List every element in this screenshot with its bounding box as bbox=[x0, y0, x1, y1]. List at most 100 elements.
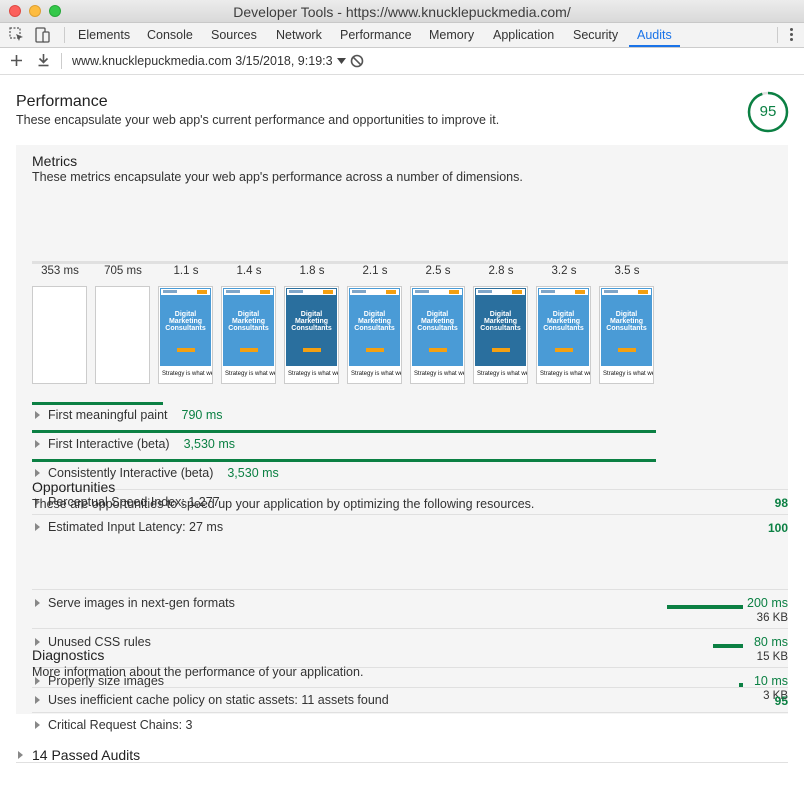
opportunity-time-savings: 10 ms bbox=[753, 674, 788, 688]
expand-arrow-icon bbox=[35, 411, 40, 419]
opportunity-row[interactable]: Serve images in next-gen formats 200 ms 36… bbox=[32, 596, 788, 630]
tab-security[interactable]: Security bbox=[573, 23, 618, 47]
tab-network[interactable]: Network bbox=[276, 23, 322, 47]
diagnostic-row[interactable]: Uses inefficient cache policy on static … bbox=[32, 693, 788, 709]
metric-label: Estimated Input Latency: 27 ms bbox=[48, 520, 224, 534]
opportunity-time-savings: 200 ms bbox=[747, 596, 788, 610]
more-vertical-icon[interactable] bbox=[790, 26, 794, 43]
metric-row[interactable]: First meaningful paint 790 ms bbox=[32, 408, 788, 424]
frame-logo bbox=[415, 290, 429, 293]
frame-header bbox=[476, 289, 525, 295]
expand-arrow-icon bbox=[35, 696, 40, 704]
report-select-label: www.knucklepuckmedia.com 3/15/2018, 9:19… bbox=[72, 54, 333, 68]
diagnostics-title: Diagnostics bbox=[32, 647, 105, 663]
report-divider bbox=[16, 762, 788, 763]
diagnostic-score: 95 bbox=[774, 694, 788, 708]
filmstrip-frame: Digital Marketing Consultants Strategy is… bbox=[599, 286, 654, 384]
audits-toolbar: www.knucklepuckmedia.com 3/15/2018, 9:19… bbox=[0, 48, 804, 75]
metric-value: 3,530 ms bbox=[227, 466, 279, 480]
report-select[interactable]: www.knucklepuckmedia.com 3/15/2018, 9:19… bbox=[72, 54, 347, 68]
metric-row[interactable]: Consistently Interactive (beta) 3,530 ms bbox=[32, 466, 788, 482]
tab-sources[interactable]: Sources bbox=[211, 23, 257, 47]
tab-audits[interactable]: Audits bbox=[629, 23, 680, 47]
window-title: Developer Tools - https://www.knucklepuc… bbox=[233, 4, 571, 20]
frame-logo bbox=[289, 290, 303, 293]
opportunity-time-savings: 80 ms bbox=[753, 635, 788, 649]
tab-application[interactable]: Application bbox=[493, 23, 554, 47]
expand-arrow-icon bbox=[35, 638, 40, 646]
frame-screenshot: Digital Marketing Consultants bbox=[412, 288, 463, 366]
frame-caption: Strategy is what we do. bbox=[288, 371, 338, 377]
opportunity-row[interactable]: Unused CSS rules 80 ms 15 KB bbox=[32, 635, 788, 669]
opportunity-size-savings: 36 KB bbox=[756, 612, 788, 624]
tab-elements[interactable]: Elements bbox=[78, 23, 130, 47]
filmstrip-time-label: 1.4 s bbox=[236, 265, 262, 277]
frame-cta bbox=[575, 290, 585, 294]
frame-button bbox=[366, 348, 384, 352]
tab-memory[interactable]: Memory bbox=[429, 23, 474, 47]
opportunity-savings-bar bbox=[667, 605, 743, 609]
metric-score: 98 bbox=[774, 496, 788, 510]
frame-screenshot: Digital Marketing Consultants bbox=[223, 288, 274, 366]
opportunity-divider bbox=[32, 628, 788, 629]
opportunity-label: Serve images in next-gen formats bbox=[48, 596, 235, 610]
frame-caption: Strategy is what we do. bbox=[540, 371, 590, 377]
frame-logo bbox=[478, 290, 492, 293]
category-title: Performance bbox=[16, 93, 108, 110]
metric-label-wrap: First Interactive (beta) 3,530 ms bbox=[48, 437, 235, 451]
plus-icon[interactable] bbox=[10, 54, 23, 67]
frame-cta bbox=[323, 290, 333, 294]
frame-screenshot: Digital Marketing Consultants bbox=[349, 288, 400, 366]
filmstrip-time-label: 1.1 s bbox=[173, 265, 199, 277]
download-icon[interactable] bbox=[37, 53, 50, 67]
metrics-title: Metrics bbox=[32, 153, 78, 169]
metric-value: 3,530 ms bbox=[183, 437, 235, 451]
metric-label-wrap: First meaningful paint 790 ms bbox=[48, 408, 223, 422]
filmstrip-time-label: 2.1 s bbox=[362, 265, 388, 277]
frame-button bbox=[303, 348, 321, 352]
tab-console[interactable]: Console bbox=[147, 23, 193, 47]
frame-title: Digital Marketing Consultants bbox=[228, 311, 269, 332]
inspect-element-icon[interactable] bbox=[8, 26, 26, 44]
metric-score: 100 bbox=[767, 521, 788, 535]
metric-timeline-bar bbox=[32, 402, 163, 405]
metric-label-wrap: Consistently Interactive (beta) 3,530 ms bbox=[48, 466, 279, 480]
frame-button bbox=[240, 348, 258, 352]
diagnostic-label: Uses inefficient cache policy on static … bbox=[48, 693, 389, 707]
opportunities-title: Opportunities bbox=[32, 479, 116, 495]
opportunity-size-savings: 15 KB bbox=[756, 651, 788, 663]
frame-caption: Strategy is what we do. bbox=[477, 371, 527, 377]
frame-button bbox=[618, 348, 636, 352]
tab-performance[interactable]: Performance bbox=[340, 23, 412, 47]
expand-arrow-icon bbox=[18, 751, 23, 759]
filmstrip-time-label: 3.5 s bbox=[614, 265, 640, 277]
opportunity-divider bbox=[32, 589, 788, 590]
filmstrip-time-label: 2.5 s bbox=[425, 265, 451, 277]
filmstrip-track bbox=[32, 261, 788, 264]
filmstrip-frame: Digital Marketing Consultants Strategy is… bbox=[347, 286, 402, 384]
metric-timeline-bar bbox=[32, 459, 656, 462]
expand-arrow-icon bbox=[35, 721, 40, 729]
filmstrip-frame: Digital Marketing Consultants Strategy is… bbox=[473, 286, 528, 384]
expand-arrow-icon bbox=[35, 599, 40, 607]
frame-header bbox=[539, 289, 588, 295]
device-toolbar-icon[interactable] bbox=[33, 26, 51, 44]
frame-header bbox=[161, 289, 210, 295]
metric-row[interactable]: First Interactive (beta) 3,530 ms bbox=[32, 437, 788, 453]
frame-button bbox=[177, 348, 195, 352]
frame-screenshot: Digital Marketing Consultants bbox=[286, 288, 337, 366]
dropdown-arrow-icon bbox=[337, 58, 347, 64]
block-icon[interactable] bbox=[350, 54, 364, 68]
frame-header bbox=[224, 289, 273, 295]
frame-caption: Strategy is what we do. bbox=[225, 371, 275, 377]
filmstrip-time-label: 2.8 s bbox=[488, 265, 514, 277]
diagnostic-label: Critical Request Chains: 3 bbox=[48, 718, 193, 732]
metric-divider bbox=[32, 489, 788, 490]
frame-header bbox=[350, 289, 399, 295]
frame-cta bbox=[197, 290, 207, 294]
expand-arrow-icon bbox=[35, 469, 40, 477]
filmstrip-frame: Digital Marketing Consultants Strategy is… bbox=[158, 286, 213, 384]
metric-row[interactable]: Estimated Input Latency: 27 ms 100 bbox=[32, 520, 788, 536]
diagnostic-row[interactable]: Critical Request Chains: 3 bbox=[32, 718, 788, 734]
frame-title: Digital Marketing Consultants bbox=[606, 311, 647, 332]
